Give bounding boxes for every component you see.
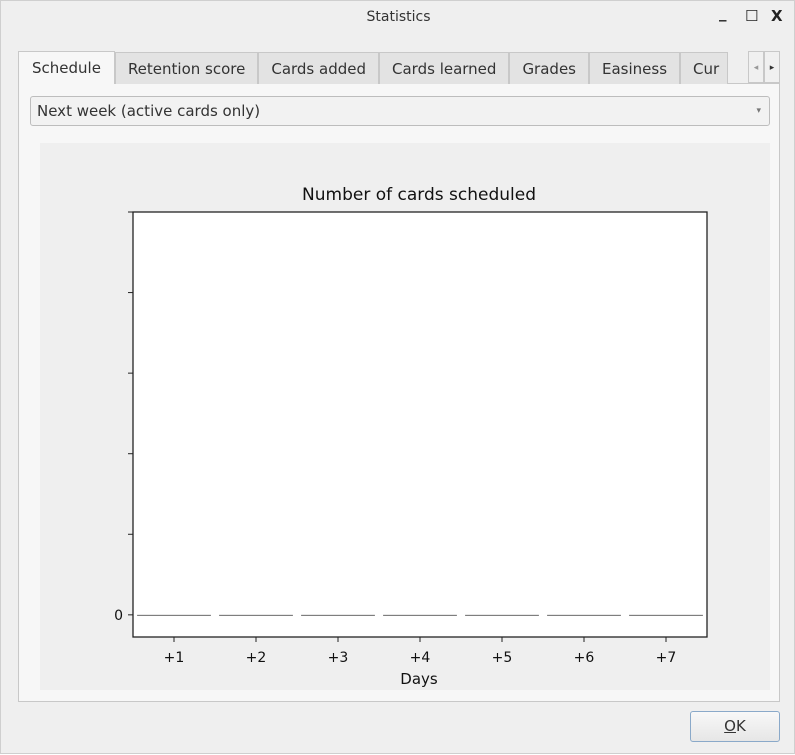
bar bbox=[629, 614, 703, 616]
x-tick-label: +3 bbox=[328, 650, 349, 666]
schedule-chart: Number of cards scheduled Days 0 +1 +2 +3 +4… bbox=[114, 185, 708, 688]
x-tick-label: +4 bbox=[410, 650, 431, 666]
x-tick-label: +5 bbox=[492, 650, 513, 666]
bar bbox=[137, 614, 211, 616]
statistics-window: Statistics _ ☐ X Schedule Retention scor… bbox=[0, 0, 795, 754]
plot-frame bbox=[132, 211, 708, 638]
bar bbox=[383, 614, 457, 616]
x-axis-label: Days bbox=[400, 670, 438, 688]
ok-mnemonic: O bbox=[724, 717, 736, 735]
x-tick-label: +2 bbox=[246, 650, 267, 666]
x-tick-label: +6 bbox=[574, 650, 595, 666]
bar bbox=[547, 614, 621, 616]
x-tick-label: +1 bbox=[164, 650, 185, 666]
chart-title: Number of cards scheduled bbox=[302, 185, 536, 205]
bar bbox=[219, 614, 293, 616]
ok-button[interactable]: OK bbox=[690, 711, 780, 742]
bar bbox=[465, 614, 539, 616]
y-tick-label: 0 bbox=[114, 608, 123, 624]
bar bbox=[301, 614, 375, 616]
x-tick-label: +7 bbox=[656, 650, 677, 666]
ok-label: K bbox=[735, 717, 746, 735]
